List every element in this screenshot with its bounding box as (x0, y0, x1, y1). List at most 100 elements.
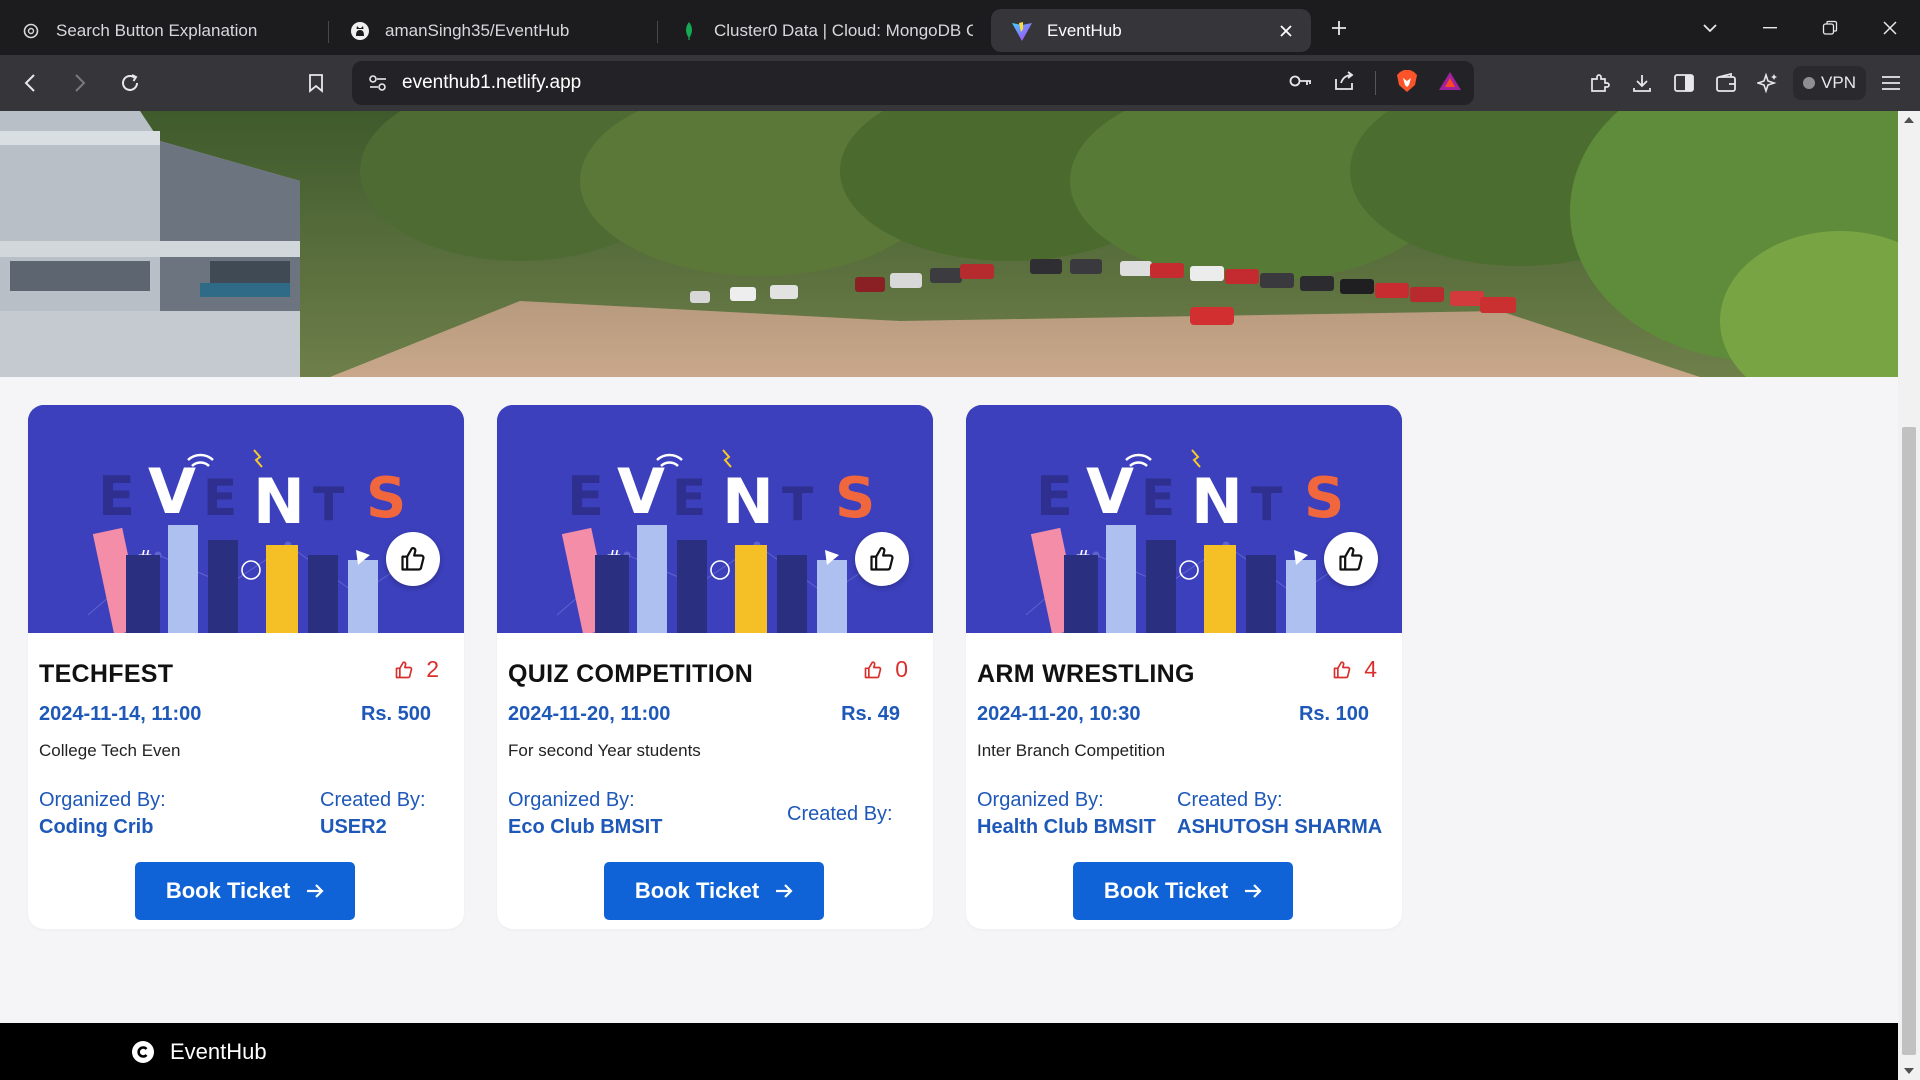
reload-button[interactable] (110, 63, 150, 103)
back-button[interactable] (10, 63, 50, 103)
like-count: 4 (1332, 656, 1377, 683)
thumbs-up-icon (395, 660, 413, 678)
event-description: Inter Branch Competition (977, 741, 1166, 760)
book-ticket-button[interactable]: Book Ticket (1073, 862, 1293, 920)
svg-text:S: S (835, 466, 875, 531)
like-button[interactable] (386, 532, 440, 586)
like-button[interactable] (855, 532, 909, 586)
arrow-left-icon (24, 74, 35, 92)
organizer-block: Organized By: Coding Crib (39, 789, 166, 839)
wallet-button[interactable] (1705, 62, 1747, 104)
book-ticket-button[interactable]: Book Ticket (135, 862, 355, 920)
event-price: Rs. 500 (360, 703, 431, 725)
tab-title: amanSingh35/EventHub (385, 20, 570, 40)
site-footer: EventHub (0, 1023, 1898, 1080)
thumbs-up-icon (1339, 547, 1363, 571)
restore-button[interactable] (1800, 0, 1860, 55)
svg-text:E: E (567, 465, 604, 528)
tab-title: Search Button Explanation (56, 20, 258, 40)
like-count: 0 (863, 656, 908, 683)
address-bar[interactable]: eventhub1.netlify.app (352, 61, 1474, 105)
page-viewport: E V E N T S # (0, 111, 1898, 1080)
event-title: TECHFEST (39, 660, 174, 688)
reload-icon (122, 74, 138, 91)
tab-list-button[interactable] (1680, 0, 1740, 55)
organized-by-label: Organized By: (508, 789, 635, 811)
brave-rewards-icon[interactable] (1438, 70, 1462, 97)
key-icon[interactable] (1289, 74, 1313, 93)
restore-icon (1822, 20, 1838, 35)
event-price: Rs. 49 (841, 703, 900, 725)
event-card: E V E N T S # (28, 405, 464, 929)
minimize-icon (1763, 26, 1777, 28)
svg-text:E: E (672, 469, 706, 527)
bookmark-icon (309, 74, 323, 93)
thumbs-up-icon (864, 660, 882, 678)
like-button[interactable] (1324, 532, 1378, 586)
leo-ai-button[interactable] (1747, 62, 1789, 104)
extensions-button[interactable] (1579, 62, 1621, 104)
event-description: College Tech Even (39, 741, 181, 760)
organizer-block: Organized By: Health Club BMSIT (977, 789, 1156, 839)
close-tab-icon[interactable] (1275, 20, 1297, 42)
event-description: For second Year students (508, 741, 701, 760)
book-ticket-button[interactable]: Book Ticket (604, 862, 824, 920)
bookmark-button[interactable] (296, 63, 336, 103)
brave-shields-icon[interactable] (1396, 69, 1418, 98)
forward-button[interactable] (60, 63, 100, 103)
organizer-name: Coding Crib (39, 816, 154, 838)
svg-text:S: S (1304, 466, 1344, 531)
created-by-label: Created By: (787, 803, 893, 825)
svg-text:E: E (1036, 465, 1073, 528)
openai-icon (20, 20, 42, 42)
tab-mongodb-cluster[interactable]: Cluster0 Data | Cloud: MongoDB Cl (658, 9, 987, 52)
organized-by-label: Organized By: (977, 789, 1104, 811)
campus-hero-image (0, 111, 1898, 377)
sidebar-button[interactable] (1663, 62, 1705, 104)
book-ticket-label: Book Ticket (1103, 878, 1229, 903)
tab-eventhub[interactable]: EventHub (991, 9, 1311, 52)
page-scrollbar[interactable] (1898, 111, 1920, 1080)
svg-text:N: N (1191, 465, 1243, 538)
vpn-button[interactable]: VPN (1793, 66, 1866, 100)
puzzle-icon (1591, 74, 1610, 92)
creator-name: USER2 (320, 816, 387, 838)
svg-text:E: E (98, 465, 135, 528)
svg-text:V: V (1086, 455, 1134, 528)
eventhub-logo-icon (132, 1040, 154, 1063)
sidebar-icon (1674, 74, 1694, 92)
close-icon (1883, 20, 1897, 35)
scroll-up-arrow-icon[interactable] (1904, 117, 1914, 123)
share-icon[interactable] (1333, 70, 1355, 96)
event-datetime: 2024-11-20, 10:30 (977, 703, 1141, 725)
created-by-label: Created By: (1177, 789, 1283, 811)
vpn-status-icon (1803, 77, 1816, 89)
menu-button[interactable] (1870, 62, 1912, 104)
svg-text:V: V (148, 455, 196, 528)
arrow-right-icon (1245, 884, 1262, 898)
thumbs-up-icon (401, 547, 425, 571)
minimize-button[interactable] (1740, 0, 1800, 55)
scrollbar-thumb[interactable] (1902, 427, 1916, 1055)
close-window-button[interactable] (1860, 0, 1920, 55)
event-title: ARM WRESTLING (977, 660, 1195, 688)
tab-search-button-explanation[interactable]: Search Button Explanation (0, 9, 329, 52)
created-by-label: Created By: (320, 789, 426, 811)
creator-block: Created By: (787, 803, 893, 830)
tab-github-eventhub[interactable]: amanSingh35/EventHub (329, 9, 658, 52)
creator-block: Created By: ASHUTOSH SHARMA (1177, 789, 1382, 839)
new-tab-button[interactable] (1317, 6, 1361, 50)
book-ticket-label: Book Ticket (165, 878, 291, 903)
event-title: QUIZ COMPETITION (508, 660, 754, 688)
events-banner-image: E V E N T S # (497, 405, 933, 633)
svg-text:T: T (782, 477, 814, 531)
scroll-down-arrow-icon[interactable] (1904, 1068, 1914, 1074)
downloads-button[interactable] (1621, 62, 1663, 104)
thumbs-up-icon (1333, 660, 1351, 678)
site-settings-icon[interactable] (368, 74, 388, 92)
browser-tab-strip: Search Button Explanation amanSingh35/Ev… (0, 0, 1920, 55)
svg-text:V: V (617, 455, 665, 528)
footer-brand[interactable]: EventHub (170, 1039, 267, 1065)
github-icon (349, 20, 371, 42)
svg-text:E: E (1141, 469, 1175, 527)
